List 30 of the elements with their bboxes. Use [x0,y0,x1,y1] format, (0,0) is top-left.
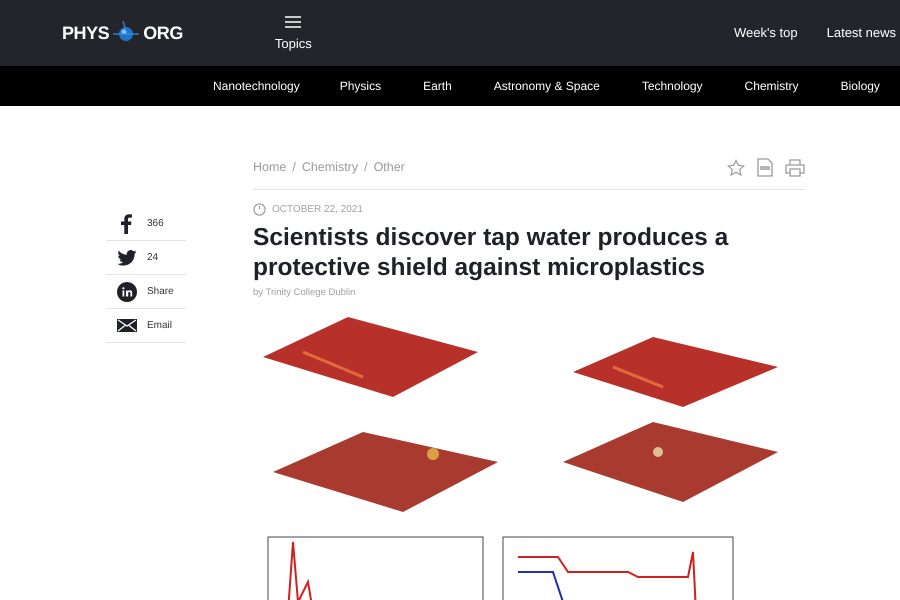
byline: by Trinity College Dublin [253,286,356,300]
star-icon[interactable] [727,158,745,176]
logo-text[interactable]: ORG [143,20,183,46]
menu-icon [285,16,302,28]
share-button[interactable]: 24 [106,241,186,275]
category-link[interactable]: Biology [840,77,880,95]
document-icon[interactable] [757,158,773,177]
printer-icon[interactable] [785,158,805,176]
logo-text[interactable]: PHYS [62,20,110,46]
bird-icon [116,250,136,266]
breadcrumb-separator: / [292,159,296,176]
envelope-icon [116,319,136,332]
category-link[interactable]: Physics [340,77,382,95]
share-button[interactable]: Share [106,275,186,309]
header-link[interactable]: Latest news [826,23,896,43]
category-link[interactable]: Nanotechnology [213,77,300,95]
linkedin-icon [116,282,136,302]
category-link[interactable]: Astronomy & Space [494,77,600,95]
header-link[interactable]: Week's top [734,23,798,43]
category-link[interactable]: Technology [642,77,703,95]
clock-icon [253,203,266,216]
category-link[interactable]: Earth [423,77,452,95]
share-button[interactable]: Email [106,309,186,343]
breadcrumb-separator: / [364,159,368,176]
topics-menu-button[interactable]: Topics [274,16,312,54]
share-button[interactable]: 366 [106,207,186,241]
category-link[interactable]: Chemistry [744,77,799,95]
publish-date: OCTOBER 22, 2021 [272,203,363,217]
facebook-icon [121,214,132,234]
article-title: Scientists discover tap water produces a protective shield against microplastics [253,223,730,283]
